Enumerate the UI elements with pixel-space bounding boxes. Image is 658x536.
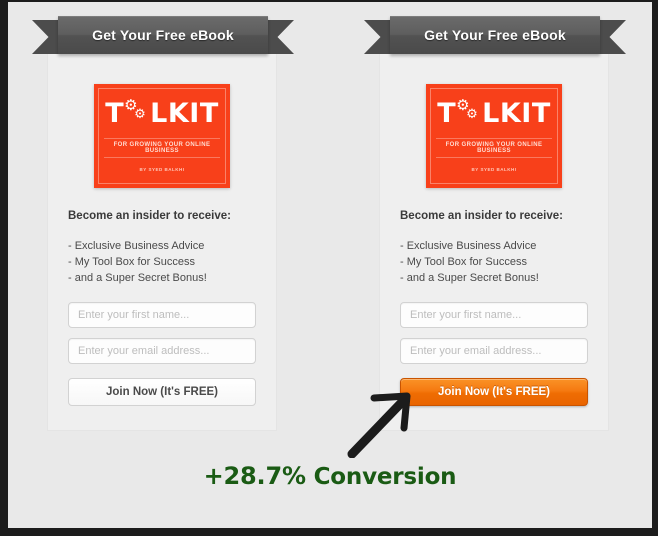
comparison-stage: T ⚙ ⚙ LKIT FOR GROWING YOUR ONLINE BUSIN…: [8, 2, 652, 528]
ribbon-label-control: Get Your Free eBook: [92, 27, 234, 43]
benefit-list-control: - Exclusive Business Advice - My Tool Bo…: [68, 238, 256, 286]
optin-card-control: T ⚙ ⚙ LKIT FOR GROWING YOUR ONLINE BUSIN…: [48, 40, 276, 430]
gear-icon-lower: ⚙: [134, 107, 147, 122]
list-item: - My Tool Box for Success: [68, 256, 195, 268]
ribbon-banner-variation: Get Your Free eBook: [364, 16, 626, 56]
list-item: - Exclusive Business Advice: [68, 240, 205, 252]
ribbon-banner-control: Get Your Free eBook: [32, 16, 294, 56]
screenshot-frame: T ⚙ ⚙ LKIT FOR GROWING YOUR ONLINE BUSIN…: [0, 0, 658, 536]
email-input-variation[interactable]: [400, 338, 588, 364]
email-input-control[interactable]: [68, 338, 256, 364]
list-item: - My Tool Box for Success: [400, 256, 527, 268]
ebook-cover-variation: T ⚙ ⚙ LKIT FOR GROWING YOUR ONLINE BUSIN…: [426, 84, 562, 188]
ebook-cover-control: T ⚙ ⚙ LKIT FOR GROWING YOUR ONLINE BUSIN…: [94, 84, 230, 188]
gear-icon-lower: ⚙: [466, 107, 479, 122]
cover-author: BY SYED BALKHI: [471, 167, 517, 172]
card-headline-variation: Become an insider to receive:: [400, 210, 563, 222]
ribbon-body: Get Your Free eBook: [58, 16, 268, 54]
gear-icon-pair: ⚙ ⚙: [456, 98, 482, 127]
cover-subtitle: FOR GROWING YOUR ONLINE BUSINESS: [436, 138, 552, 158]
optin-card-variation: T ⚙ ⚙ LKIT FOR GROWING YOUR ONLINE BUSIN…: [380, 40, 608, 430]
conversion-lift-label: +28.7% Conversion: [8, 462, 652, 490]
up-right-arrow-icon: [347, 392, 411, 458]
cover-subtitle: FOR GROWING YOUR ONLINE BUSINESS: [104, 138, 220, 158]
cover-author: BY SYED BALKHI: [139, 167, 185, 172]
join-now-button-control[interactable]: Join Now (It's FREE): [68, 378, 256, 406]
cover-title-suffix: LKIT: [150, 98, 219, 129]
join-now-button-variation[interactable]: Join Now (It's FREE): [400, 378, 588, 406]
ribbon-label-variation: Get Your Free eBook: [424, 27, 566, 43]
conversion-word: Conversion: [305, 464, 457, 490]
cover-title-prefix: T: [105, 98, 125, 129]
cover-title: T ⚙ ⚙ LKIT: [426, 98, 562, 129]
benefit-list-variation: - Exclusive Business Advice - My Tool Bo…: [400, 238, 588, 286]
list-item: - and a Super Secret Bonus!: [400, 272, 539, 284]
conversion-percent: +28.7%: [203, 462, 306, 490]
first-name-input-variation[interactable]: [400, 302, 588, 328]
cover-title: T ⚙ ⚙ LKIT: [94, 98, 230, 129]
gear-icon-pair: ⚙ ⚙: [124, 98, 150, 127]
ribbon-tail-right: [596, 20, 626, 54]
ribbon-body: Get Your Free eBook: [390, 16, 600, 54]
ribbon-tail-right: [264, 20, 294, 54]
card-headline-control: Become an insider to receive:: [68, 210, 231, 222]
list-item: - Exclusive Business Advice: [400, 240, 537, 252]
cover-title-suffix: LKIT: [482, 98, 551, 129]
list-item: - and a Super Secret Bonus!: [68, 272, 207, 284]
first-name-input-control[interactable]: [68, 302, 256, 328]
cover-title-prefix: T: [437, 98, 457, 129]
